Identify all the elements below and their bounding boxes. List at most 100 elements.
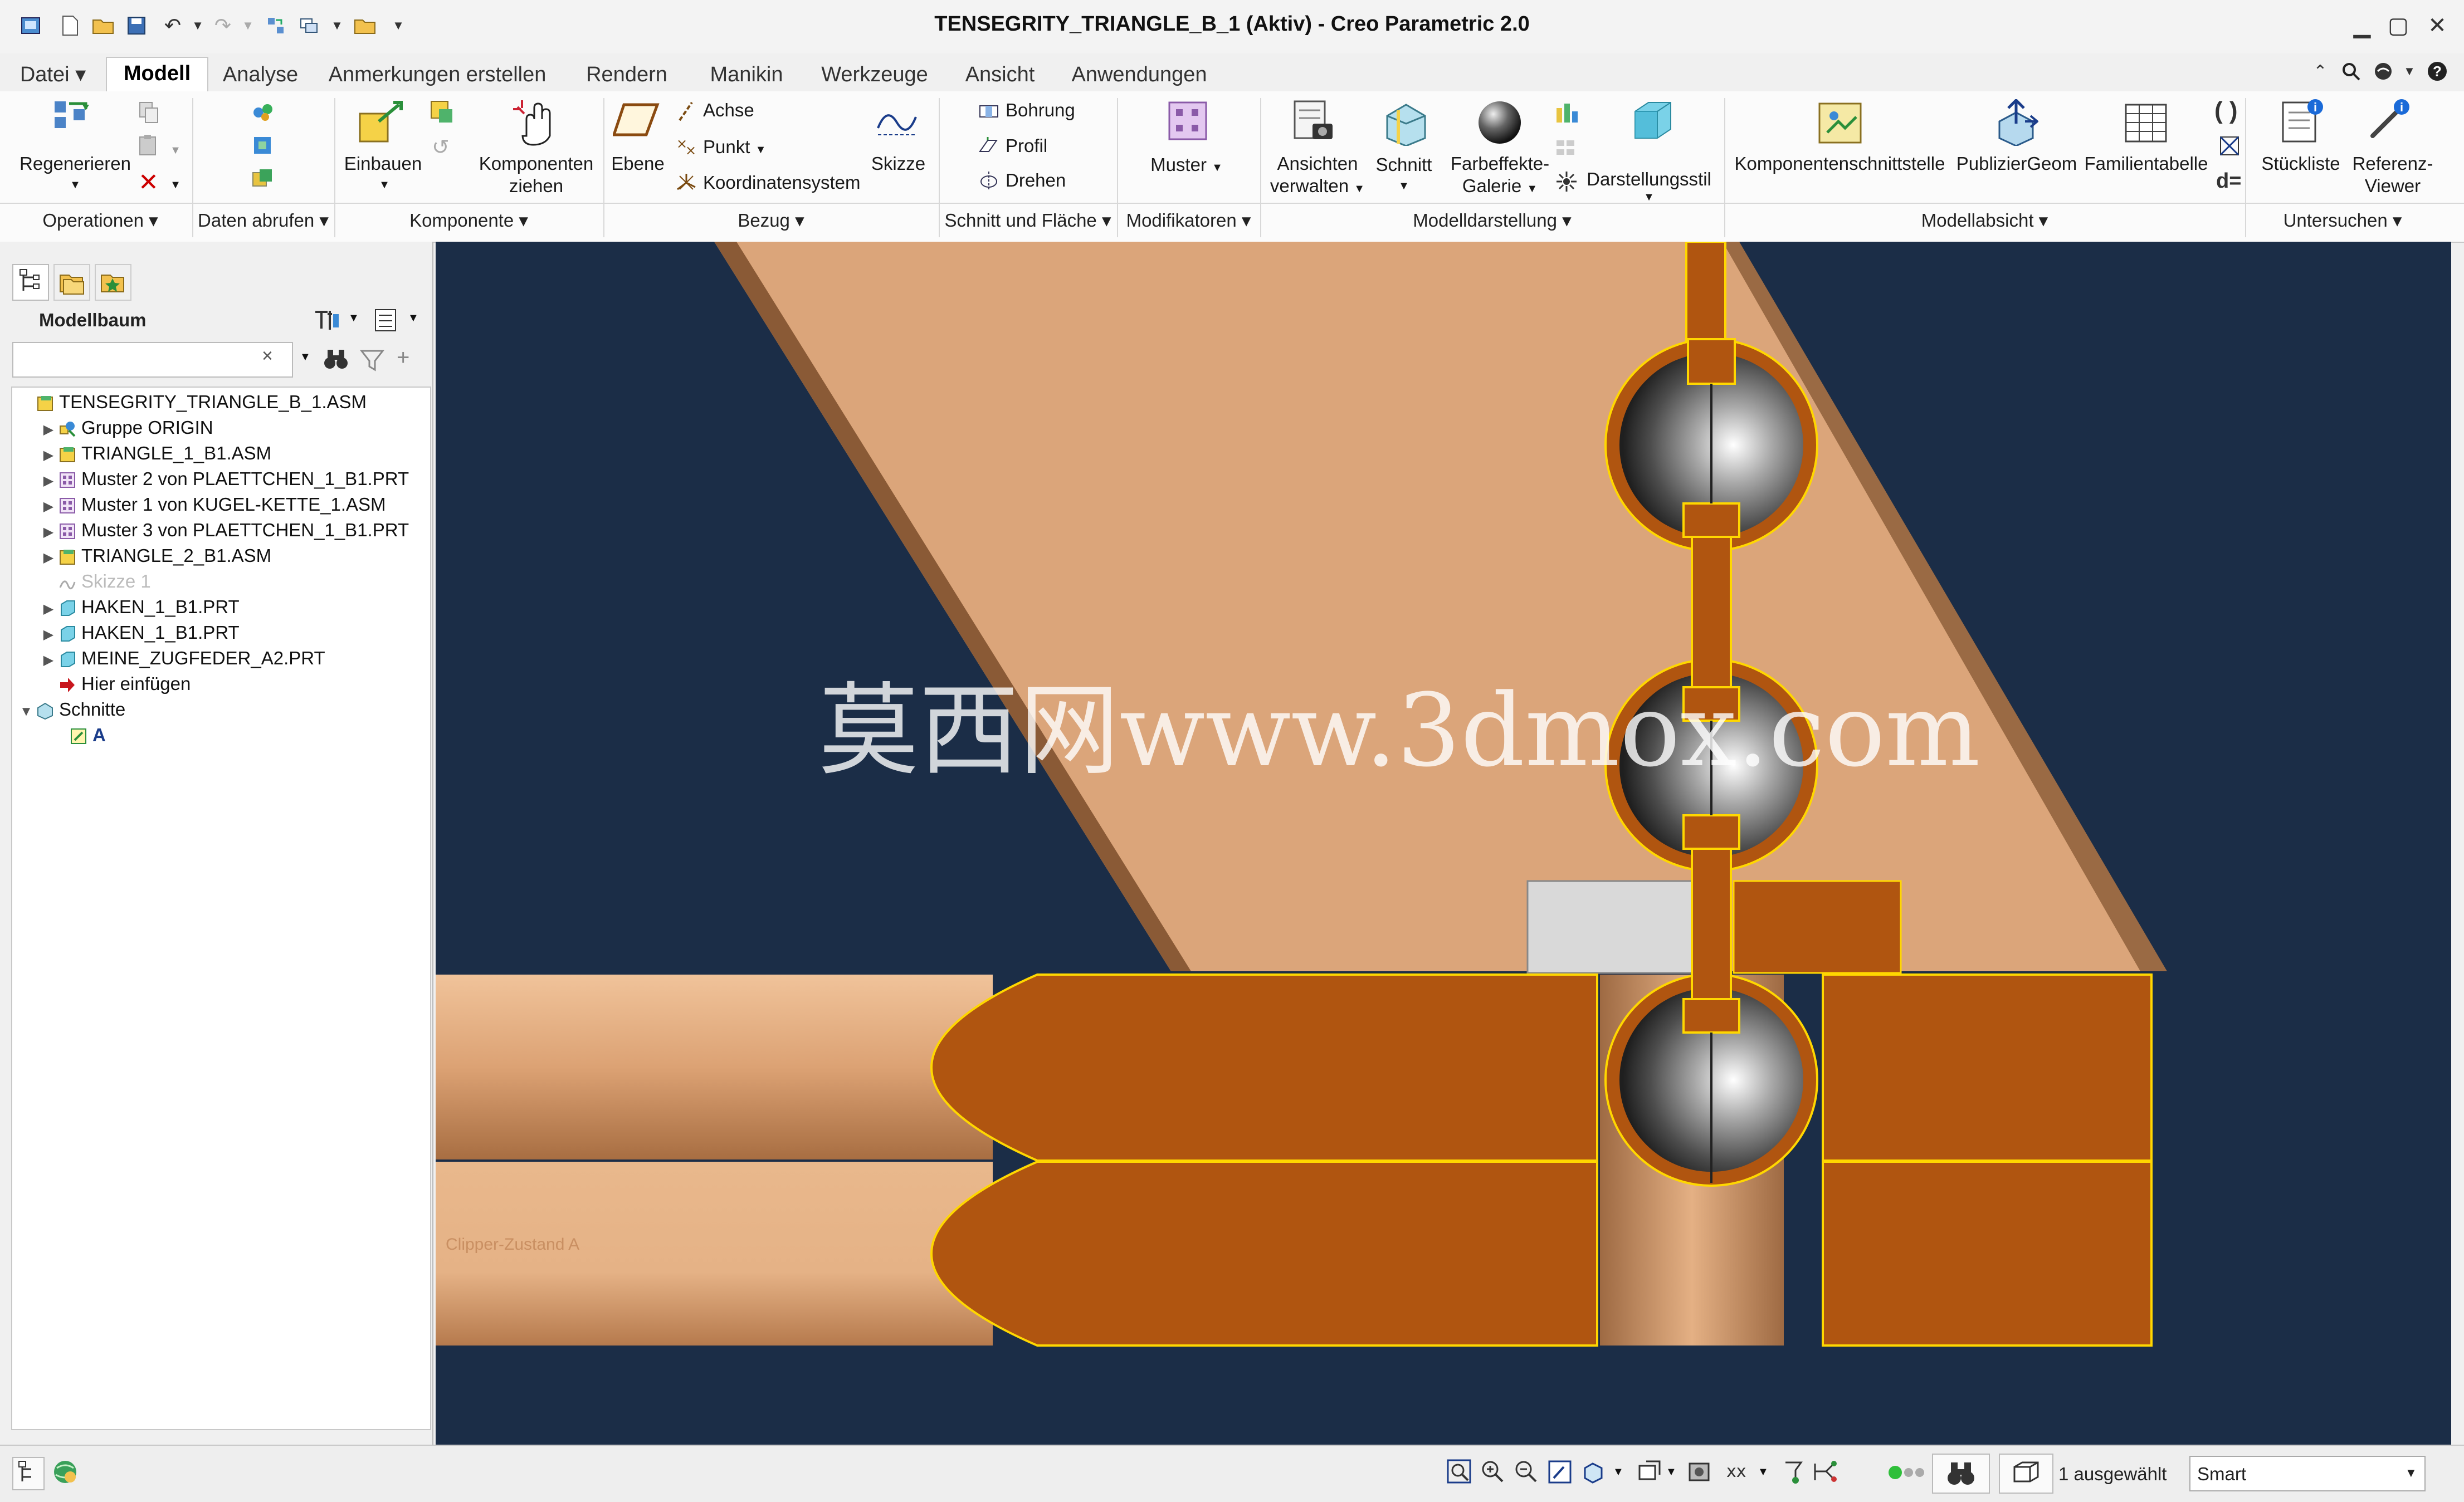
selection-filter-dropdown-icon[interactable]: ▼ [2405, 1466, 2417, 1480]
coordinate-system-icon[interactable] [675, 172, 697, 197]
manage-views-icon[interactable] [1292, 99, 1337, 149]
datum-display-dropdown-icon[interactable]: ▼ [1758, 1466, 1769, 1479]
rod-upper[interactable] [436, 975, 993, 1159]
bom-button[interactable]: Stückliste [2256, 153, 2345, 175]
publish-geom-button[interactable]: PublizierGeom [1953, 153, 2081, 175]
tree-item-muster-2-von-plaettchen-1-b1-prt[interactable]: ▶ Muster 2 von PLAETTCHEN_1_B1.PRT [39, 467, 409, 491]
tree-item-muster-1-von-kugel-kette-1-asm[interactable]: ▶ Muster 1 von KUGEL-KETTE_1.ASM [39, 492, 386, 517]
tab-analyse[interactable]: Analyse [214, 59, 306, 90]
profile-icon[interactable] [978, 135, 1000, 160]
tab-anmerkungen[interactable]: Anmerkungen erstellen [318, 59, 557, 90]
section-cut-upper[interactable] [930, 973, 1598, 1162]
show-navigator-icon[interactable] [12, 1457, 45, 1490]
datum-display-icon[interactable]: xx [1724, 1458, 1758, 1489]
favorites-tab-icon[interactable] [95, 264, 131, 301]
repaint-icon[interactable] [1546, 1458, 1574, 1489]
add-column-icon[interactable]: + [397, 345, 409, 370]
hole-icon[interactable] [978, 100, 1000, 125]
group-modellabsicht[interactable]: Modellabsicht ▾ [1724, 205, 2245, 236]
selection-box-icon[interactable] [1999, 1454, 2053, 1494]
view-manager-dropdown-icon[interactable]: ▼ [1666, 1466, 1677, 1479]
copy-geometry-icon[interactable] [251, 100, 275, 128]
tree-item-skizze-1[interactable]: Skizze 1 [39, 569, 151, 594]
search-icon[interactable] [2337, 57, 2365, 86]
tab-datei[interactable]: Datei ▾ [11, 59, 95, 90]
color-gallery-icon[interactable] [1476, 99, 1523, 149]
coordinate-system-button[interactable]: Koordinatensystem [703, 172, 860, 194]
reference-viewer-button[interactable]: Referenz- Viewer [2345, 153, 2440, 197]
plane-icon[interactable] [612, 100, 660, 142]
tree-item-a[interactable]: A [50, 723, 106, 747]
revolve-icon[interactable] [978, 169, 1000, 194]
group-untersuchen[interactable]: Untersuchen ▾ [2245, 205, 2440, 236]
copy-icon[interactable] [136, 100, 161, 128]
tree-item-tensegrity-triangle-b-1-asm[interactable]: TENSEGRITY_TRIANGLE_B_1.ASM [17, 390, 367, 414]
expand-arrow-icon[interactable]: ▶ [39, 443, 58, 468]
regenerate-button[interactable]: Regenerieren [11, 153, 139, 175]
regenerate-dropdown-icon[interactable]: ▼ [61, 174, 89, 196]
merge-inheritance-icon[interactable] [251, 167, 275, 194]
group-operationen[interactable]: Operationen ▾ [11, 205, 189, 236]
collapse-arrow-icon[interactable]: ▼ [17, 699, 36, 724]
tree-item-meine-zugfeder-a2-prt[interactable]: ▶ MEINE_ZUGFEDER_A2.PRT [39, 646, 325, 671]
selection-filter-select[interactable]: Smart ▼ [2189, 1456, 2426, 1491]
axis-icon[interactable] [675, 99, 697, 126]
assemble-button[interactable]: Einbauen [334, 153, 432, 175]
saved-orientations-icon[interactable] [1579, 1458, 1607, 1489]
graphics-window[interactable]: 莫西网www.3dmox.com Clipper-Zustand A [436, 242, 2451, 1445]
tree-item-triangle-2-b1-asm[interactable]: ▶ TRIANGLE_2_B1.ASM [39, 544, 271, 568]
assemble-icon[interactable] [357, 99, 407, 150]
layers-icon[interactable] [1554, 136, 1579, 163]
profile-button[interactable]: Profil [1006, 135, 1047, 157]
point-button[interactable]: Punkt ▼ [703, 136, 766, 161]
section-cut-right-upper[interactable] [1822, 973, 2153, 1162]
expand-arrow-icon[interactable]: ▶ [39, 520, 58, 545]
pattern-icon[interactable] [1167, 100, 1208, 144]
community-dropdown-icon[interactable]: ▼ [2395, 57, 2423, 86]
group-modifikatoren[interactable]: Modifikatoren ▾ [1117, 205, 1260, 236]
regenerate-icon[interactable] [50, 98, 100, 145]
family-table-icon[interactable] [2123, 99, 2169, 149]
color-gallery-button[interactable]: Farbeffekte- Galerie ▼ [1443, 153, 1557, 200]
group-modelldarstellung[interactable]: Modelldarstellung ▾ [1260, 205, 1724, 236]
expand-arrow-icon[interactable]: ▶ [39, 418, 58, 442]
revolve-button[interactable]: Drehen [1006, 169, 1066, 192]
bom-icon[interactable]: i [2278, 97, 2325, 146]
find-binoculars-icon[interactable] [322, 346, 350, 374]
expand-arrow-icon[interactable]: ▶ [39, 469, 58, 493]
parameters-icon[interactable] [2217, 134, 2242, 161]
minimize-icon[interactable]: ▁ [2343, 10, 2382, 41]
point-icon[interactable]: × × [675, 136, 697, 161]
tab-manikin[interactable]: Manikin [699, 59, 794, 90]
tree-item-hier-einf-gen[interactable]: Hier einfügen [39, 672, 191, 696]
delete-icon[interactable]: ✕ [138, 168, 159, 197]
tree-item-triangle-1-b1-asm[interactable]: ▶ TRIANGLE_1_B1.ASM [39, 441, 271, 466]
axis-button[interactable]: Achse [703, 99, 754, 121]
orange-block[interactable] [1733, 880, 1902, 974]
manage-views-button[interactable]: Ansichten verwalten ▼ [1259, 153, 1376, 200]
tree-item-haken-1-b1-prt[interactable]: ▶ HAKEN_1_B1.PRT [39, 595, 240, 619]
pattern-button[interactable]: Muster ▼ [1136, 154, 1237, 179]
expand-arrow-icon[interactable]: ▶ [39, 597, 58, 622]
community-icon[interactable] [2370, 57, 2398, 86]
group-schnitt-flaeche[interactable]: Schnitt und Fläche ▾ [939, 205, 1117, 236]
tab-werkzeuge[interactable]: Werkzeuge [813, 59, 936, 90]
saved-orientations-dropdown-icon[interactable]: ▼ [1613, 1466, 1624, 1479]
tree-item-haken-1-b1-prt[interactable]: ▶ HAKEN_1_B1.PRT [39, 620, 240, 645]
create-component-icon[interactable] [429, 99, 455, 128]
display-style-status-icon[interactable] [1685, 1458, 1713, 1489]
sketch-button[interactable]: Skizze [858, 153, 939, 175]
reference-viewer-icon[interactable]: i [2365, 97, 2412, 146]
drag-components-button[interactable]: Komponenten ziehen [474, 153, 599, 197]
show-options-icon[interactable] [372, 306, 400, 334]
tree-item-schnitte[interactable]: ▼ Schnitte [17, 697, 125, 722]
switch-dimensions-icon[interactable]: d= [2216, 169, 2241, 193]
collapse-ribbon-icon[interactable]: ⌃ [2306, 57, 2334, 86]
publish-geom-icon[interactable] [1992, 98, 2039, 149]
delete-dropdown-icon[interactable]: ▼ [167, 174, 184, 196]
repeat-icon[interactable]: ↺ [432, 135, 450, 160]
group-bezug[interactable]: Bezug ▾ [603, 205, 939, 236]
rod-lower[interactable] [436, 1162, 993, 1346]
sketch-icon[interactable] [875, 100, 919, 142]
scene-icon[interactable] [1554, 100, 1579, 128]
